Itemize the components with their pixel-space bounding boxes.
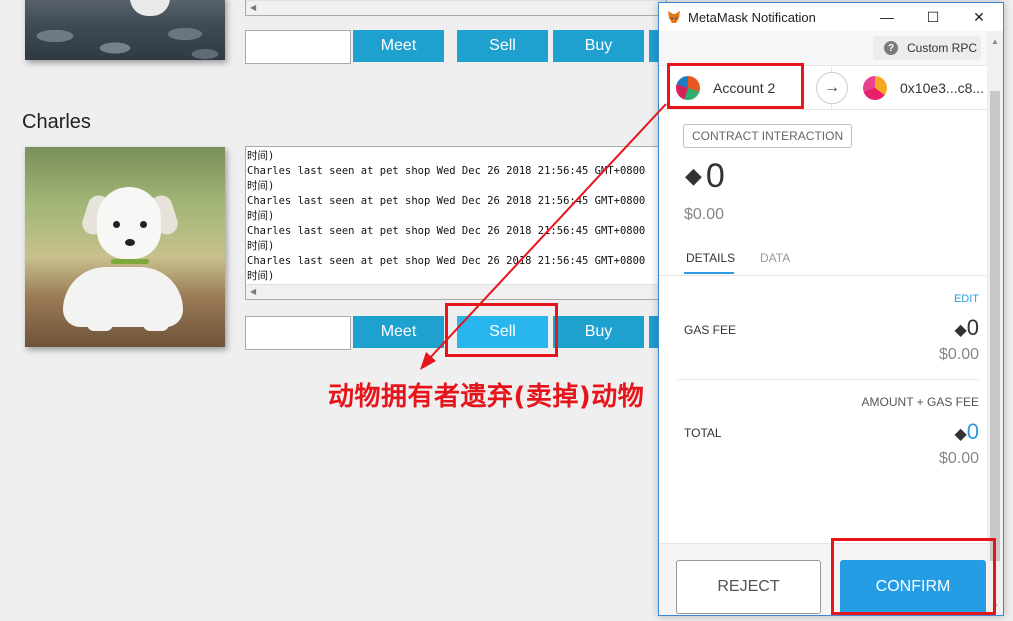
dog-paw xyxy=(143,317,169,331)
log-line: Charles last seen at pet shop Wed Dec 26… xyxy=(247,195,646,207)
close-icon[interactable]: ✕ xyxy=(956,3,1002,31)
tab-data[interactable]: DATA xyxy=(760,251,790,265)
scroll-left-icon[interactable]: ◀ xyxy=(250,287,256,296)
scroll-up-icon[interactable]: ▲ xyxy=(991,37,999,46)
pet-name-heading: Charles xyxy=(22,111,91,133)
detail-tabs: DETAILS DATA xyxy=(659,243,987,276)
scroll-left-icon[interactable]: ◀ xyxy=(250,3,256,12)
log-line: Charles last seen at pet shop Wed Dec 26… xyxy=(247,165,646,177)
horizontal-scrollbar[interactable]: ◀ xyxy=(246,0,666,15)
scroll-down-icon[interactable]: ▼ xyxy=(991,602,999,611)
ethereum-icon: ◆ xyxy=(685,163,702,188)
transaction-type-badge: CONTRACT INTERACTION xyxy=(683,124,853,148)
pet-log-textarea[interactable]: ◀ xyxy=(245,0,667,16)
edit-gas-link[interactable]: EDIT xyxy=(954,293,979,305)
dog-collar xyxy=(111,259,149,264)
tab-details[interactable]: DETAILS xyxy=(686,251,735,265)
gas-fee-fiat: $0.00 xyxy=(938,346,979,363)
total-value: ◆0 xyxy=(954,419,979,445)
network-name: Custom RPC xyxy=(907,41,978,55)
minimize-icon[interactable]: — xyxy=(864,3,910,31)
dog-eye xyxy=(140,221,147,228)
active-tab-indicator xyxy=(684,272,734,274)
pet-photo-charles xyxy=(25,147,225,347)
dog-head xyxy=(97,187,161,259)
confirm-button[interactable]: CONFIRM xyxy=(840,560,986,614)
meet-button[interactable]: Meet xyxy=(353,316,444,348)
buy-button[interactable]: Buy xyxy=(553,316,644,348)
sender-account-name[interactable]: Account 2 xyxy=(713,80,775,96)
gas-fee-label: GAS FEE xyxy=(684,323,737,337)
total-amount: 0 xyxy=(966,419,979,444)
dog-eye xyxy=(113,221,120,228)
amount-display: ◆ 0 xyxy=(685,156,725,196)
pet-log-text: 时间) Charles last seen at pet shop Wed Dec… xyxy=(246,147,666,284)
horizontal-scrollbar[interactable]: ◀ xyxy=(246,284,666,299)
sell-button[interactable]: Sell xyxy=(457,316,548,348)
log-line: 时间) xyxy=(247,270,275,282)
metamask-fox-icon xyxy=(668,11,680,23)
dog-paw xyxy=(87,317,113,331)
log-line: Charles last seen at pet shop Wed Dec 26… xyxy=(247,225,646,237)
network-dropdown[interactable]: ? Custom RPC xyxy=(873,36,981,60)
total-sublabel: AMOUNT + GAS FEE xyxy=(861,395,979,409)
gas-fee-amount: 0 xyxy=(966,315,979,340)
network-bar: ? Custom RPC xyxy=(659,31,987,66)
window-titlebar[interactable]: MetaMask Notification — ☐ ✕ xyxy=(659,3,1003,31)
vertical-scrollbar[interactable]: ▲ ▼ xyxy=(987,31,1003,615)
stones-texture xyxy=(25,0,225,60)
amount-value: 0 xyxy=(705,156,725,195)
pet-log-textarea-charles[interactable]: 时间) Charles last seen at pet shop Wed Dec… xyxy=(245,146,667,300)
sender-identicon xyxy=(676,76,700,100)
gas-fee-value: ◆0 xyxy=(954,315,979,341)
reject-button[interactable]: REJECT xyxy=(676,560,821,614)
log-line: 时间) xyxy=(247,240,275,252)
help-icon: ? xyxy=(884,41,898,55)
pet-action-input[interactable] xyxy=(245,316,351,350)
sender-recipient-row: Account 2 → 0x10e3...c8... xyxy=(659,67,987,110)
arrow-right-icon: → xyxy=(816,72,848,104)
recipient-address[interactable]: 0x10e3...c8... xyxy=(900,80,984,96)
pet-action-input[interactable] xyxy=(245,30,351,64)
divider xyxy=(677,379,979,380)
total-fiat: $0.00 xyxy=(938,450,979,467)
log-line: 时间) xyxy=(247,180,275,192)
confirm-transaction-panel: ? Custom RPC Account 2 → 0x10e3...c8... … xyxy=(659,31,987,615)
ethereum-icon: ◆ xyxy=(954,426,967,443)
total-label: TOTAL xyxy=(684,426,722,440)
maximize-icon[interactable]: ☐ xyxy=(910,3,956,31)
log-line: 时间) xyxy=(247,150,275,162)
sell-button[interactable]: Sell xyxy=(457,30,548,62)
ethereum-icon: ◆ xyxy=(954,322,967,339)
action-footer: REJECT CONFIRM xyxy=(659,543,987,615)
amount-fiat: $0.00 xyxy=(684,206,725,223)
annotation-caption: 动物拥有者遗弃(卖掉)动物 xyxy=(328,382,645,412)
dog-nose xyxy=(125,239,135,246)
window-title: MetaMask Notification xyxy=(688,9,816,25)
pet-image-top xyxy=(25,0,225,60)
scrollbar-thumb[interactable] xyxy=(990,91,1000,561)
log-line: Charles last seen at pet shop Wed Dec 26… xyxy=(247,255,646,267)
buy-button[interactable]: Buy xyxy=(553,30,644,62)
recipient-identicon xyxy=(863,76,887,100)
metamask-notification-window: MetaMask Notification — ☐ ✕ ? Custom RPC… xyxy=(658,2,1004,616)
meet-button[interactable]: Meet xyxy=(353,30,444,62)
log-line: 时间) xyxy=(247,210,275,222)
